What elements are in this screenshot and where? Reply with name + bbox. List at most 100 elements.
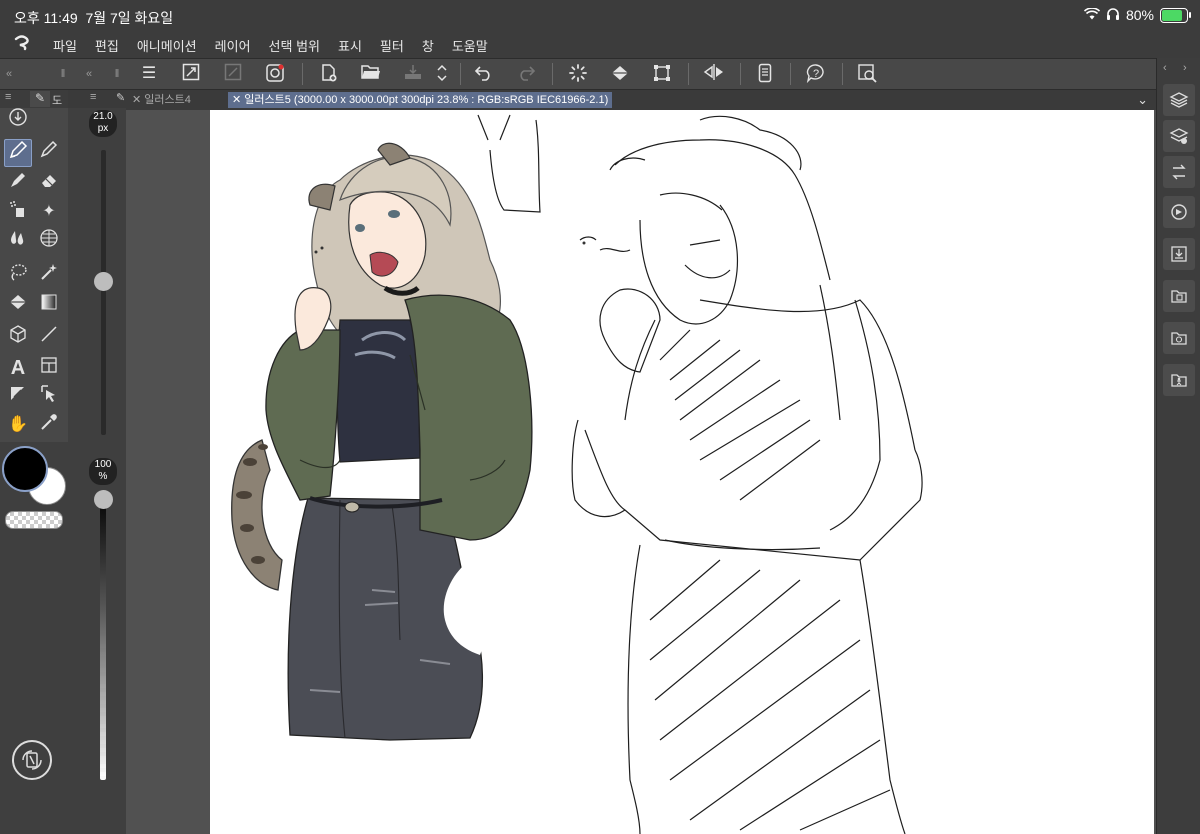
brush-tab-icon[interactable]: ✎ [30, 91, 50, 107]
menu-animation[interactable]: 애니메이션 [128, 36, 206, 55]
menu-edit[interactable]: 편집 [86, 36, 128, 55]
brush-size-badge: 21.0 px [89, 110, 117, 137]
companion-icon[interactable] [263, 63, 287, 85]
tab-close-icon[interactable]: ✕ [232, 94, 241, 106]
menu-selection[interactable]: 선택 범위 [260, 36, 329, 55]
brush-size-knob[interactable] [94, 272, 113, 291]
brush-settings-strip: ≡ ✎ 21.0 px 100 % [68, 90, 127, 834]
colored-character [231, 142, 533, 741]
tab-illust4-label: 일러스트4 [144, 94, 191, 106]
strip-menu-icon[interactable]: ≡ [90, 91, 96, 103]
battery-percent: 80% [1125, 7, 1154, 23]
loading-spinner-icon[interactable] [566, 63, 590, 85]
toolbox: ≡ ✎ 도 ✦ A ✋ [0, 90, 69, 834]
command-bar: « ‖ « ‖ ☰ ? [0, 58, 1200, 90]
transparent-color-swatch[interactable] [5, 511, 63, 529]
wifi-icon [1083, 7, 1101, 23]
toolbox-menu-icon[interactable]: ≡ [5, 91, 11, 103]
status-bar: 오후 11:49 7월 7일 화요일 80% [0, 0, 1200, 32]
eraser-icon[interactable] [36, 170, 62, 196]
switch-panel-icon[interactable] [12, 740, 52, 780]
expand-right-icon[interactable]: › [1183, 62, 1187, 74]
fit-view-icon[interactable] [179, 63, 203, 85]
blend-icon[interactable] [5, 228, 31, 254]
brush-size-slider[interactable] [101, 150, 106, 435]
magic-wand-icon[interactable] [36, 262, 62, 288]
tabs-dropdown-icon[interactable]: ⌄ [1137, 92, 1148, 108]
import-icon[interactable] [1163, 238, 1195, 270]
headphones-icon [1106, 7, 1120, 23]
strip-header: ≡ ✎ [68, 90, 126, 108]
pen-icon[interactable] [4, 139, 32, 167]
open-file-icon[interactable] [359, 63, 383, 85]
airbrush-icon[interactable] [5, 199, 31, 225]
menu-view[interactable]: 표시 [329, 36, 371, 55]
more-commands-icon[interactable] [432, 63, 452, 85]
canvas-paper[interactable] [210, 110, 1154, 834]
flip-horizontal-icon[interactable] [702, 63, 726, 85]
new-file-icon[interactable] [317, 63, 341, 85]
toolbox-header: ≡ ✎ 도 [0, 90, 68, 108]
collapse-sub-icon[interactable]: « [82, 63, 96, 85]
opacity-value: 100 [94, 459, 112, 470]
marker-icon[interactable] [5, 170, 31, 196]
material-icon[interactable] [1163, 280, 1195, 312]
menu-bar: 파일 편집 애니메이션 레이어 선택 범위 표시 필터 창 도움말 [0, 32, 1200, 58]
tab-illust4[interactable]: ✕ 일러스트4 [132, 92, 191, 108]
sparkle-icon[interactable]: ✦ [36, 199, 62, 225]
search-tool-icon[interactable] [855, 63, 879, 85]
line-icon[interactable] [36, 324, 62, 350]
mesh-icon[interactable] [36, 228, 62, 254]
main-menu-icon[interactable]: ☰ [137, 63, 161, 85]
material-2-icon[interactable] [1163, 322, 1195, 354]
undo-icon[interactable] [472, 63, 496, 85]
download-circle-icon[interactable] [5, 107, 31, 133]
pose-icon[interactable] [1163, 364, 1195, 396]
menu-layer[interactable]: 레이어 [206, 36, 260, 55]
menu-file[interactable]: 파일 [44, 36, 86, 55]
sub-grip-icon[interactable]: ‖ [112, 63, 122, 85]
text-icon[interactable]: A [5, 355, 31, 381]
eyedropper-icon[interactable] [36, 412, 62, 438]
correct-line-icon[interactable] [5, 383, 31, 409]
redo-disabled-icon [514, 63, 538, 85]
panel-icon[interactable] [36, 355, 62, 381]
navigator-icon[interactable] [1163, 196, 1195, 228]
opacity-knob[interactable] [94, 490, 113, 509]
3d-box-icon[interactable] [5, 324, 31, 350]
collapse-left-icon[interactable]: « [2, 63, 16, 85]
menu-window[interactable]: 창 [413, 36, 443, 55]
status-time-date: 오후 11:49 7월 7일 화요일 [14, 8, 173, 28]
collapse-right-icon[interactable]: ‹ [1163, 62, 1167, 74]
object-select-icon[interactable] [36, 383, 62, 409]
hand-icon[interactable]: ✋ [5, 412, 31, 438]
layers-icon[interactable] [1163, 84, 1195, 116]
fill-bucket-command-icon[interactable] [608, 63, 632, 85]
transform-icon[interactable] [650, 63, 674, 85]
opacity-slider[interactable] [100, 490, 106, 780]
menu-filter[interactable]: 필터 [371, 36, 413, 55]
tab-close-icon[interactable]: ✕ [132, 94, 141, 106]
left-panel-tab-label[interactable]: 도 [52, 92, 62, 108]
smartphone-icon[interactable] [753, 63, 777, 85]
opacity-unit: % [98, 471, 108, 482]
main-color-swatch[interactable] [2, 446, 48, 492]
tab-illust5-label: 일러스트5 (3000.00 x 3000.00pt 300dpi 23.8% … [244, 94, 609, 106]
artwork [231, 114, 923, 834]
menu-help[interactable]: 도움말 [443, 36, 497, 55]
app-logo-icon[interactable] [0, 34, 44, 56]
opacity-badge: 100 % [89, 458, 117, 485]
strip-brush-icon[interactable]: ✎ [116, 91, 125, 104]
tab-illust5[interactable]: ✕ 일러스트5 (3000.00 x 3000.00pt 300dpi 23.8… [228, 92, 613, 108]
history-icon[interactable] [1163, 156, 1195, 188]
gradient-icon[interactable] [36, 292, 62, 318]
lasso-icon[interactable] [5, 262, 31, 288]
svg-text:?: ? [813, 68, 819, 80]
panel-grip-icon[interactable]: ‖ [56, 63, 70, 85]
battery-icon [1160, 7, 1191, 23]
status-time: 오후 11:49 [14, 10, 78, 26]
fill-icon[interactable] [5, 292, 31, 318]
layer-property-icon[interactable] [1163, 120, 1195, 152]
help-icon[interactable]: ? [804, 63, 828, 85]
pencil-icon[interactable] [36, 139, 62, 165]
